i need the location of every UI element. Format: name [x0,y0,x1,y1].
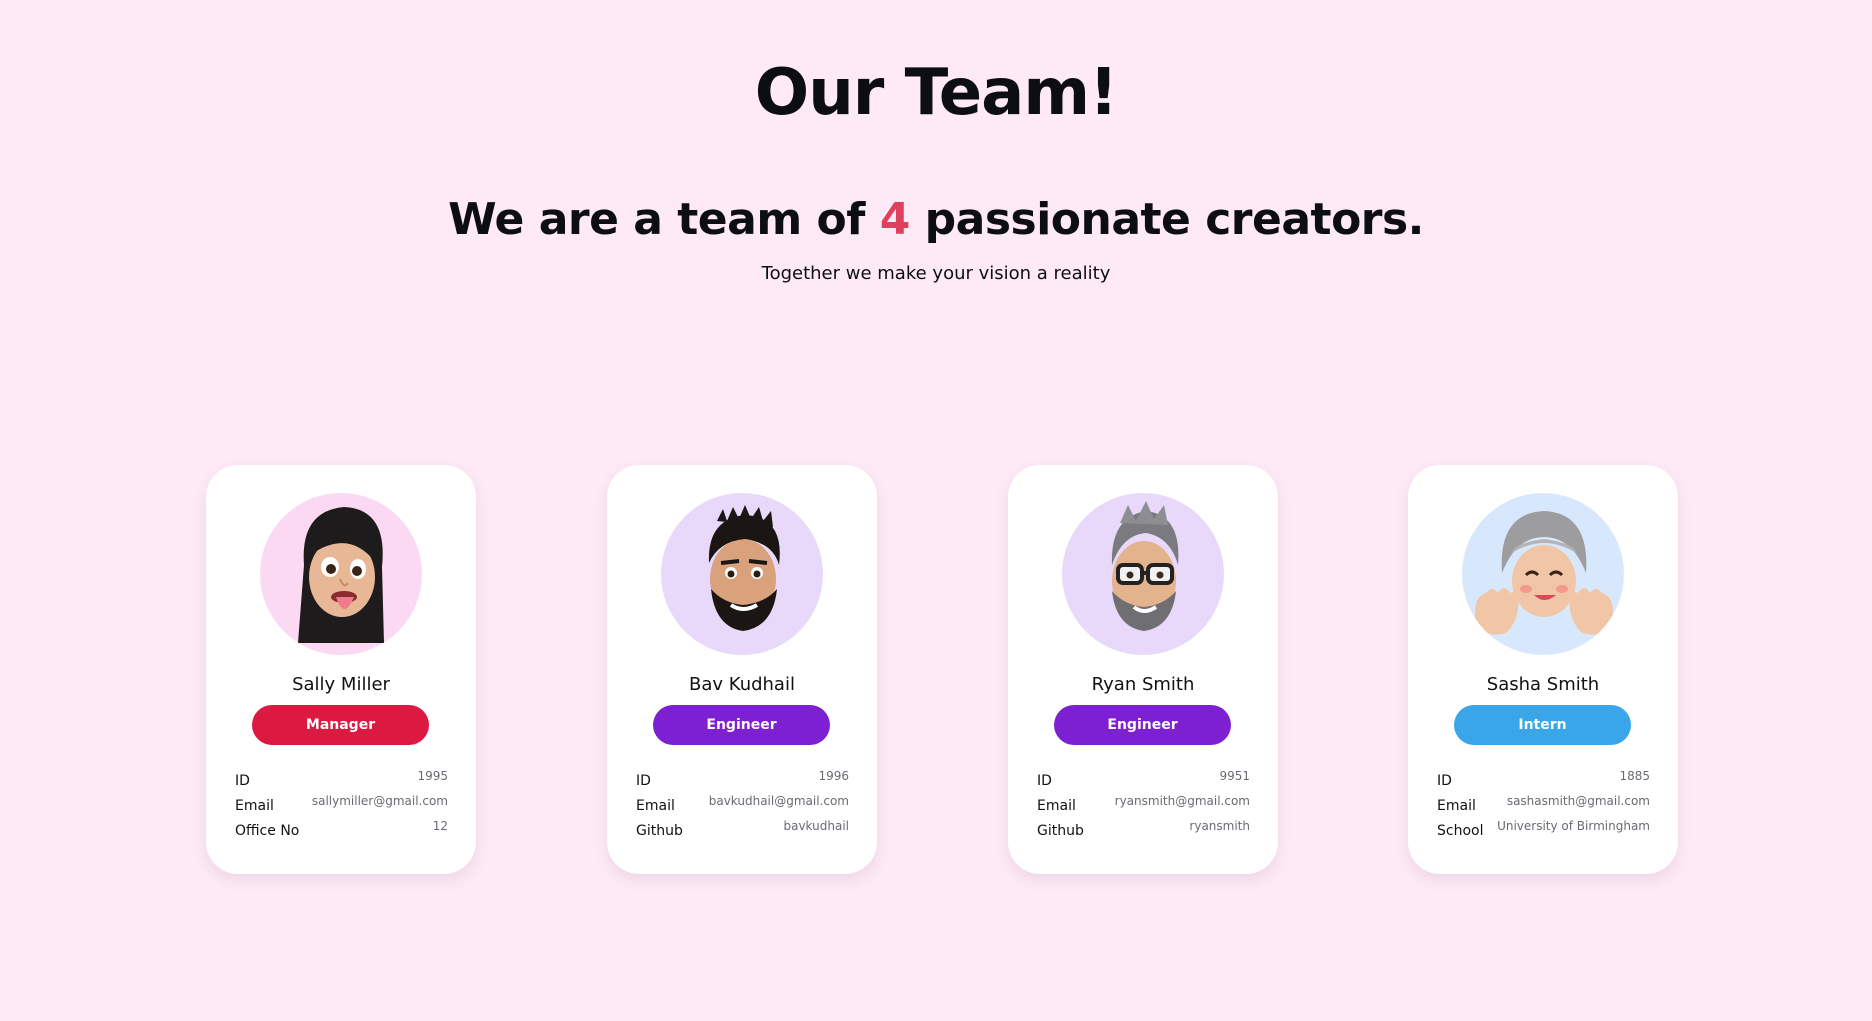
detail-label: School [1437,823,1484,839]
member-card-bav-kudhail: Bav Kudhail Engineer ID 1996 Email bavku… [607,465,877,874]
detail-label: ID [1037,773,1052,789]
detail-value: 1996 [818,769,849,783]
memoji-man-glasses-icon [1062,493,1224,655]
detail-label: Email [235,798,274,814]
detail-row-id: ID 9951 [1037,769,1250,794]
detail-label: ID [1437,773,1452,789]
detail-value: 1885 [1619,769,1650,783]
detail-label: Github [1037,823,1084,839]
tagline: Together we make your vision a reality [761,263,1111,284]
memoji-man-beard-icon [661,493,823,655]
github-link[interactable]: ryansmith [1189,819,1250,833]
email-link[interactable]: bavkudhail@gmail.com [709,794,849,808]
team-summary-prefix: We are a team of [448,194,880,245]
email-link[interactable]: sashasmith@gmail.com [1507,794,1650,808]
email-link[interactable]: ryansmith@gmail.com [1115,794,1250,808]
detail-row-office: Office No 12 [235,819,448,844]
role-badge-intern[interactable]: Intern [1454,705,1631,745]
detail-label: Email [1037,798,1076,814]
detail-row-id: ID 1885 [1437,769,1650,794]
detail-row-school: School University of Birmingham [1437,819,1650,844]
member-name: Bav Kudhail [689,674,795,695]
detail-row-email: Email ryansmith@gmail.com [1037,794,1250,819]
detail-label: ID [636,773,651,789]
memoji-woman-headscarf-icon [1462,493,1624,655]
detail-row-github: Github ryansmith [1037,819,1250,844]
member-details: ID 1996 Email bavkudhail@gmail.com Githu… [636,769,849,844]
detail-label: Email [1437,798,1476,814]
detail-row-email: Email sallymiller@gmail.com [235,794,448,819]
detail-value: 1995 [417,769,448,783]
detail-value: 12 [432,819,448,833]
github-link[interactable]: bavkudhail [783,819,849,833]
team-count: 4 [879,194,911,245]
member-details: ID 1995 Email sallymiller@gmail.com Offi… [235,769,448,844]
role-badge-manager[interactable]: Manager [252,705,429,745]
detail-row-id: ID 1996 [636,769,849,794]
team-summary-suffix: passionate creators. [909,194,1425,245]
detail-value: 9951 [1219,769,1250,783]
memoji-woman-tongue-out-icon [260,493,422,655]
detail-row-id: ID 1995 [235,769,448,794]
page-title: Our Team! [754,56,1118,130]
member-name: Sally Miller [292,674,390,695]
member-details: ID 9951 Email ryansmith@gmail.com Github… [1037,769,1250,844]
detail-row-email: Email sashasmith@gmail.com [1437,794,1650,819]
member-card-sasha-smith: Sasha Smith Intern ID 1885 Email sashasm… [1408,465,1678,874]
member-details: ID 1885 Email sashasmith@gmail.com Schoo… [1437,769,1650,844]
member-name: Sasha Smith [1486,674,1600,695]
email-link[interactable]: sallymiller@gmail.com [312,794,448,808]
role-badge-engineer[interactable]: Engineer [653,705,830,745]
member-card-sally-miller: Sally Miller Manager ID 1995 Email sally… [206,465,476,874]
detail-value: University of Birmingham [1497,819,1650,833]
member-card-ryan-smith: Ryan Smith Engineer ID 9951 Email ryansm… [1008,465,1278,874]
team-cards: Sally Miller Manager ID 1995 Email sally… [206,465,1678,874]
detail-label: Email [636,798,675,814]
detail-label: ID [235,773,250,789]
detail-label: Office No [235,823,300,839]
detail-row-email: Email bavkudhail@gmail.com [636,794,849,819]
detail-row-github: Github bavkudhail [636,819,849,844]
member-name: Ryan Smith [1091,674,1195,695]
team-page: Our Team! We are a team of 4 passionate … [0,0,1872,1021]
team-summary-heading: We are a team of 4 passionate creators. [0,194,1872,245]
detail-label: Github [636,823,683,839]
role-badge-engineer[interactable]: Engineer [1054,705,1231,745]
